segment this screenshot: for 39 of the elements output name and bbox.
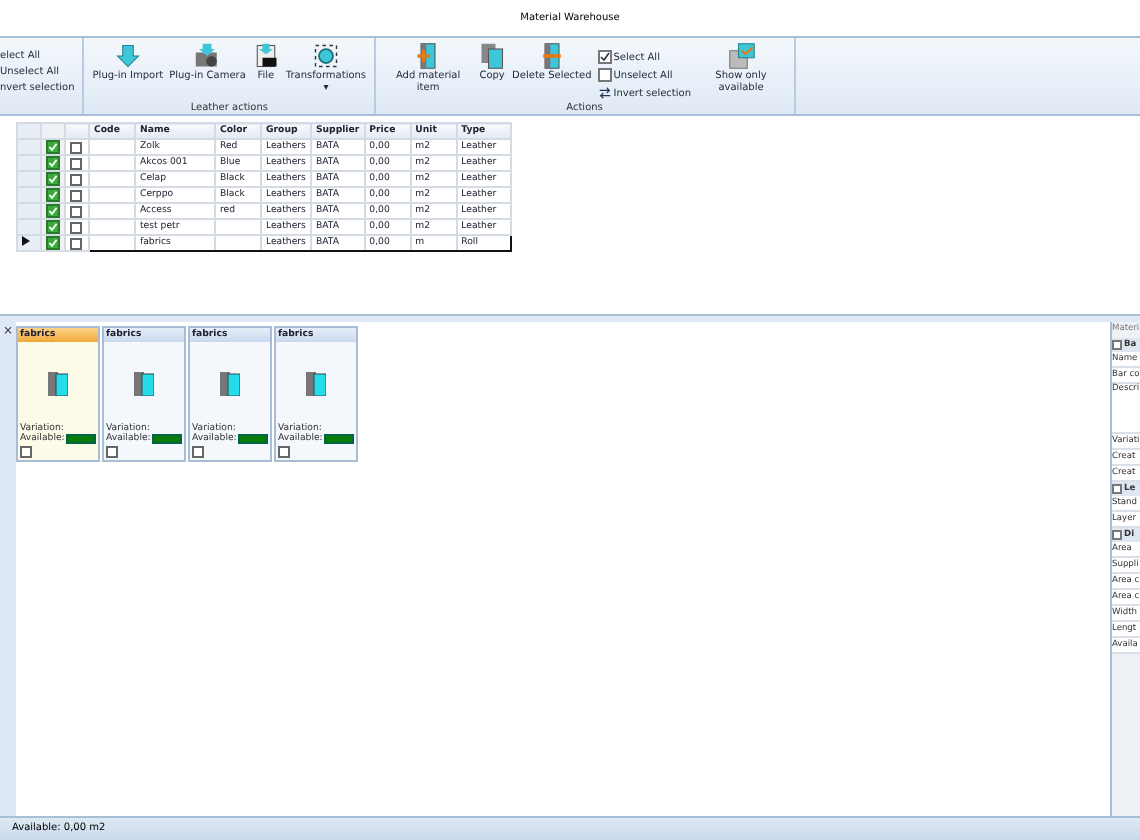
transform-icon <box>311 42 340 70</box>
copy-icon <box>478 42 507 70</box>
row-pointer-icon <box>22 236 30 246</box>
card-checkbox[interactable] <box>278 446 290 458</box>
card-checkbox[interactable] <box>20 446 32 458</box>
camera-icon <box>193 42 222 70</box>
arrow-down-icon <box>113 42 142 70</box>
check-icon <box>599 52 610 62</box>
file-icon <box>251 42 280 70</box>
grid-check-icon <box>727 42 756 70</box>
status-checkbox[interactable] <box>46 204 60 218</box>
collapse-icon[interactable] <box>1112 340 1122 350</box>
row-checkbox[interactable] <box>70 173 82 185</box>
status-checkbox[interactable] <box>46 140 60 154</box>
availability-bar <box>66 434 96 444</box>
row-checkbox[interactable] <box>70 189 82 201</box>
status-checkbox[interactable] <box>46 236 60 250</box>
material-roll-icon <box>220 371 240 395</box>
availability-bar <box>324 434 354 444</box>
availability-bar <box>152 434 182 444</box>
availability-bar <box>238 434 268 444</box>
status-checkbox[interactable] <box>46 172 60 186</box>
delete-material-icon <box>537 42 566 70</box>
card-checkbox[interactable] <box>106 446 118 458</box>
collapse-icon[interactable] <box>1112 484 1122 494</box>
row-checkbox[interactable] <box>70 157 82 169</box>
row-checkbox[interactable] <box>70 237 82 249</box>
material-roll-icon <box>134 371 154 395</box>
material-roll-icon <box>306 371 326 395</box>
status-checkbox[interactable] <box>46 156 60 170</box>
row-checkbox[interactable] <box>70 205 82 217</box>
status-checkbox[interactable] <box>46 220 60 234</box>
collapse-icon[interactable] <box>1112 530 1122 540</box>
material-roll-icon <box>48 371 68 395</box>
card-checkbox[interactable] <box>192 446 204 458</box>
row-checkbox[interactable] <box>70 141 82 153</box>
status-checkbox[interactable] <box>46 188 60 202</box>
swap-arrows-icon <box>597 86 612 100</box>
row-checkbox[interactable] <box>70 221 82 233</box>
